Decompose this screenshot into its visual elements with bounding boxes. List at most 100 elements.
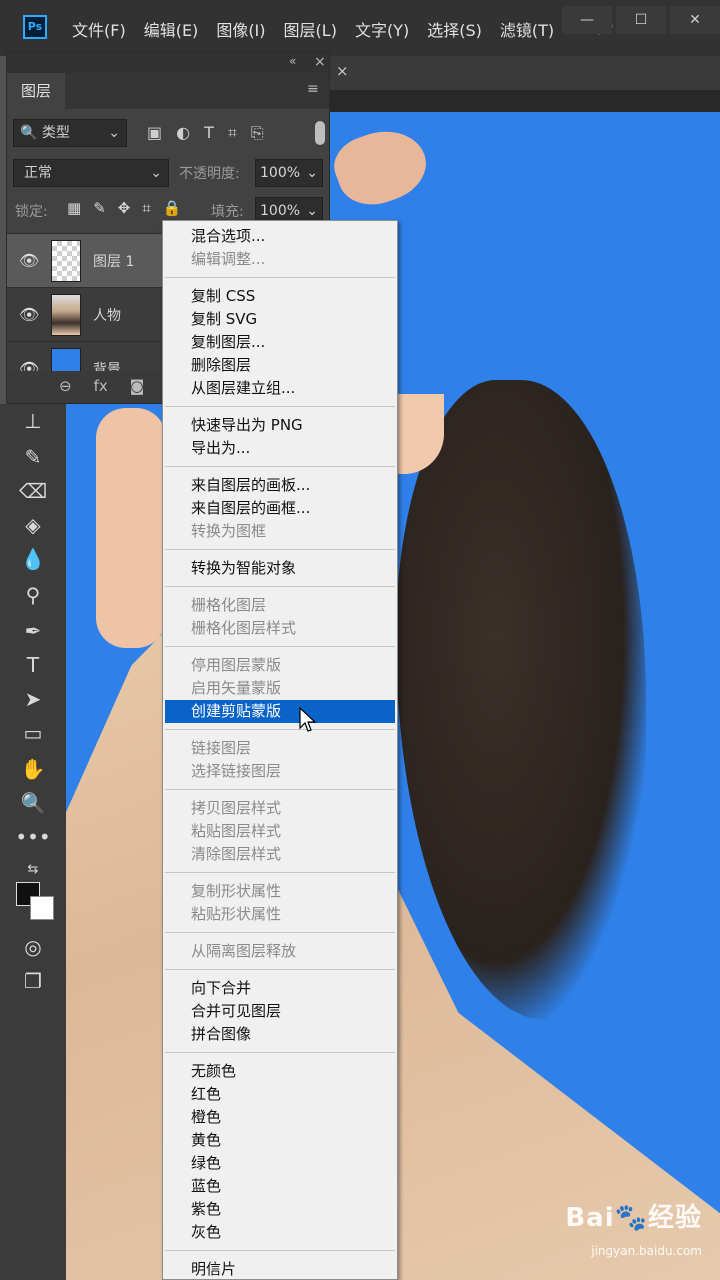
lock-transparent-icon[interactable]: ▦ — [67, 199, 81, 217]
context-menu-item[interactable]: 橙色 — [165, 1106, 395, 1129]
context-menu-item[interactable]: 拼合图像 — [165, 1023, 395, 1046]
menu-item[interactable]: 图像(I) — [216, 17, 265, 41]
quick-mask-icon[interactable]: ◎ — [16, 932, 50, 962]
adjustment-filter-icon[interactable]: ◐ — [176, 123, 190, 143]
lock-pixels-icon[interactable]: ✎ — [93, 199, 106, 217]
context-menu-item: 停用图层蒙版 — [191, 656, 282, 674]
background-color[interactable] — [30, 896, 54, 920]
context-menu-item[interactable]: 绿色 — [165, 1152, 395, 1175]
context-menu-item[interactable]: 从图层建立组... — [165, 377, 395, 400]
close-panel-icon[interactable]: × — [314, 54, 326, 70]
context-menu-item[interactable]: 删除图层 — [165, 354, 395, 377]
context-menu-item[interactable]: 红色 — [165, 1083, 395, 1106]
context-menu-item[interactable]: 紫色 — [165, 1198, 395, 1221]
subject-arm — [96, 408, 166, 648]
context-menu-item[interactable]: 无颜色 — [165, 1060, 395, 1083]
filter-toggle[interactable] — [315, 121, 325, 145]
visibility-eye-icon[interactable]: 👁 — [19, 305, 39, 324]
close-window-icon[interactable]: ✕ — [670, 6, 720, 34]
add-mask-icon[interactable]: ◙ — [130, 377, 145, 395]
link-layers-icon[interactable]: ⊖ — [59, 377, 72, 395]
context-menu-item[interactable]: 黄色 — [165, 1129, 395, 1152]
menu-separator — [165, 586, 395, 587]
photoshop-logo: Ps — [23, 15, 47, 39]
context-menu-item[interactable]: 转换为智能对象 — [165, 557, 395, 580]
shape-filter-icon[interactable]: ⌗ — [228, 123, 237, 143]
type-filter-icon[interactable]: T — [204, 123, 214, 143]
layer-name: 人物 — [93, 308, 121, 324]
context-menu-item[interactable]: 创建剪贴蒙版 — [165, 700, 395, 723]
rectangle-tool-icon[interactable]: ▭ — [16, 718, 50, 748]
context-menu-item[interactable]: 复制 CSS — [165, 285, 395, 308]
filter-kind-label: 🔍 类型 — [20, 125, 70, 141]
opacity-field[interactable]: 100% ⌄ — [255, 159, 323, 187]
color-swatches[interactable] — [16, 882, 56, 922]
panel-menu-icon[interactable]: ≡ — [307, 81, 319, 97]
menu-item[interactable]: 文件(F) — [72, 17, 126, 41]
opacity-label: 不透明度: — [179, 166, 240, 182]
more-tools-icon[interactable]: ••• — [15, 822, 50, 852]
context-menu-item[interactable]: 来自图层的画框... — [165, 497, 395, 520]
hand-tool-icon[interactable]: ✋ — [16, 754, 50, 784]
history-brush-icon[interactable]: ✎ — [16, 442, 50, 472]
eraser-icon[interactable]: ⌫ — [16, 476, 50, 506]
layer-thumbnail — [51, 240, 81, 282]
image-filter-icon[interactable]: ▣ — [147, 123, 162, 143]
menu-separator — [165, 277, 395, 278]
collapse-panel-icon[interactable]: « — [289, 54, 296, 68]
menu-item[interactable]: 文字(Y) — [355, 17, 409, 41]
paint-bucket-icon[interactable]: ◈ — [16, 510, 50, 540]
context-menu-item[interactable]: 复制 SVG — [165, 308, 395, 331]
zoom-tool-icon[interactable]: 🔍 — [16, 788, 50, 818]
context-menu-item[interactable]: 灰色 — [165, 1221, 395, 1244]
dodge-tool-icon[interactable]: ⚲ — [16, 580, 50, 610]
menu-item[interactable]: 编辑(E) — [144, 17, 199, 41]
lock-label: 锁定: — [15, 204, 48, 220]
context-menu-item: 链接图层 — [191, 739, 252, 757]
lock-position-icon[interactable]: ✥ — [118, 199, 131, 217]
context-menu-item[interactable]: 复制图层... — [165, 331, 395, 354]
context-menu-item[interactable]: 来自图层的画板... — [165, 474, 395, 497]
menu-separator — [165, 932, 395, 933]
baidu-watermark: Bai🐾经验 — [565, 1203, 702, 1233]
stamp-tool-icon[interactable]: ⊥ — [16, 406, 50, 436]
layer-thumbnail — [51, 294, 81, 336]
context-menu-item[interactable]: 合并可见图层 — [165, 1000, 395, 1023]
maximize-icon[interactable]: ☐ — [616, 6, 666, 34]
context-menu-item[interactable]: 快速导出为 PNG — [165, 414, 395, 437]
context-menu-item[interactable]: 蓝色 — [165, 1175, 395, 1198]
context-menu-item: 粘贴形状属性 — [191, 905, 282, 923]
main-menu: 文件(F)编辑(E)图像(I)图层(L)文字(Y)选择(S)滤镜(T)3D(D — [72, 17, 613, 41]
tab-layers[interactable]: 图层 — [7, 73, 65, 109]
menu-item[interactable]: 滤镜(T) — [500, 17, 554, 41]
chevron-down-icon: ⌄ — [150, 165, 162, 181]
visibility-eye-icon[interactable]: 👁 — [19, 251, 39, 270]
fx-icon[interactable]: fx — [94, 377, 108, 395]
minimize-icon[interactable]: — — [562, 6, 612, 34]
close-tab-icon[interactable]: × — [336, 62, 349, 80]
path-selection-icon[interactable]: ➤ — [16, 684, 50, 714]
menu-separator — [165, 789, 395, 790]
screen-mode-icon[interactable]: ❐ — [16, 966, 50, 996]
context-menu-item: 清除图层样式 — [191, 845, 282, 863]
type-tool-icon[interactable]: T — [16, 650, 50, 680]
lock-artboard-icon[interactable]: ⌗ — [142, 199, 150, 217]
menu-separator — [165, 969, 395, 970]
context-menu-item[interactable]: 向下合并 — [165, 977, 395, 1000]
layer-filter-select[interactable]: 🔍 类型 ⌄ — [13, 119, 127, 147]
menu-separator — [165, 549, 395, 550]
context-menu-item[interactable]: 混合选项... — [165, 225, 395, 248]
context-menu-item: 从隔离图层释放 — [191, 942, 297, 960]
menu-item[interactable]: 选择(S) — [427, 17, 482, 41]
context-menu-item[interactable]: 导出为... — [165, 437, 395, 460]
chevron-down-icon: ⌄ — [306, 165, 318, 181]
blur-tool-icon[interactable]: 💧 — [16, 544, 50, 574]
swap-colors-icon[interactable]: ⇆ — [16, 854, 50, 884]
smart-object-filter-icon[interactable]: ⎘ — [251, 123, 264, 143]
menu-item[interactable]: 图层(L) — [284, 17, 337, 41]
lock-all-icon[interactable]: 🔒 — [163, 199, 182, 217]
pen-tool-icon[interactable]: ✒ — [16, 616, 50, 646]
baidu-url: jingyan.baidu.com — [591, 1244, 702, 1258]
context-menu-item[interactable]: 明信片 — [165, 1258, 395, 1279]
blend-mode-select[interactable]: 正常 ⌄ — [13, 159, 169, 187]
